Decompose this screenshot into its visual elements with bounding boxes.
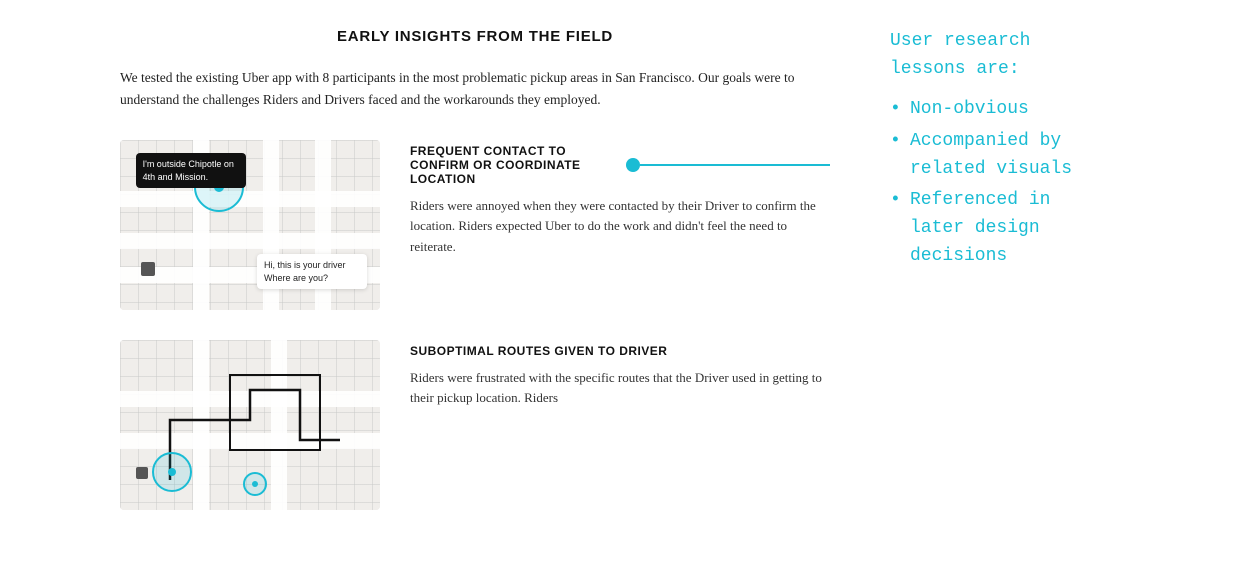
sidebar-annotation: User research lessons are: Non-obvious A… xyxy=(870,0,1240,562)
road-h2 xyxy=(120,233,380,249)
main-content: EARLY INSIGHTS FROM THE FIELD We tested … xyxy=(0,0,870,562)
car-icon-2 xyxy=(136,467,148,479)
annotation-list: Non-obvious Accompanied byrelated visual… xyxy=(890,96,1210,271)
chat-bubble-light: Hi, this is your driver Where are you? xyxy=(257,254,367,289)
annotation-intro-line2: lessons are: xyxy=(890,59,1020,79)
insight-section-1: I'm outside Chipotle on 4th and Mission.… xyxy=(120,140,830,310)
annotation-intro: User research lessons are: xyxy=(890,28,1210,84)
insight-body-1: Riders were annoyed when they were conta… xyxy=(410,196,830,258)
heading-line-1 xyxy=(640,164,830,166)
heading-connector-1 xyxy=(626,158,830,172)
annotation-intro-line1: User research xyxy=(890,31,1030,51)
intro-text: We tested the existing Uber app with 8 p… xyxy=(120,67,800,112)
map-image-2 xyxy=(120,340,380,510)
car-icon-1 xyxy=(141,262,155,276)
heading-dot-1 xyxy=(626,158,640,172)
annotation-content: User research lessons are: Non-obvious A… xyxy=(890,28,1210,275)
page-container: EARLY INSIGHTS FROM THE FIELD We tested … xyxy=(0,0,1240,562)
annotation-item-3: Referenced inlater designdecisions xyxy=(890,187,1210,271)
road-h1 xyxy=(120,191,380,207)
location-dot-3 xyxy=(252,481,258,487)
insight-section-2: SUBOPTIMAL ROUTES GIVEN TO DRIVER Riders… xyxy=(120,340,830,510)
insight-text-1: FREQUENT CONTACT TO CONFIRM OR COORDINAT… xyxy=(410,140,830,258)
page-title: EARLY INSIGHTS FROM THE FIELD xyxy=(120,28,830,45)
insight-body-2: Riders were frustrated with the specific… xyxy=(410,368,830,410)
annotation-item-1: Non-obvious xyxy=(890,96,1210,124)
insight-text-2: SUBOPTIMAL ROUTES GIVEN TO DRIVER Riders… xyxy=(410,340,830,410)
insight-heading-1: FREQUENT CONTACT TO CONFIRM OR COORDINAT… xyxy=(410,144,830,186)
location-dot-2 xyxy=(168,468,176,476)
chat-bubble-dark: I'm outside Chipotle on 4th and Mission. xyxy=(136,153,246,188)
insight-heading-2: SUBOPTIMAL ROUTES GIVEN TO DRIVER xyxy=(410,344,830,358)
annotation-item-2: Accompanied byrelated visuals xyxy=(890,128,1210,184)
map-image-1: I'm outside Chipotle on 4th and Mission.… xyxy=(120,140,380,310)
